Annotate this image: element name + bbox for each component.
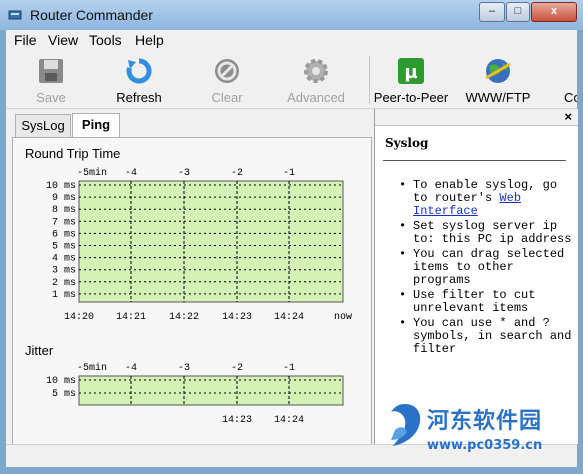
- help-item: You can use * and ? symbols, in search a…: [399, 317, 575, 356]
- jitter-title: Jitter: [23, 343, 56, 358]
- help-item-text: To enable syslog, go to router's: [413, 178, 558, 205]
- jitter-chart: -5min -4 -3 -2 -1 10 ms 5 ms 14:23 14:24: [46, 362, 344, 426]
- torrent-icon: µ: [398, 58, 424, 84]
- app-icon: [8, 10, 22, 20]
- help-item: You can drag selected items to other pro…: [399, 248, 575, 287]
- client-area: SysLog Ping Round Trip Time -5min -4 -3 -2-…: [6, 109, 578, 446]
- panel-close-icon[interactable]: ×: [564, 109, 572, 124]
- cut-off-button[interactable]: Co: [558, 50, 577, 108]
- advanced-button[interactable]: Advanced: [284, 50, 348, 108]
- y-axis-label: 5 ms: [52, 389, 76, 400]
- panel-header: ×: [375, 109, 578, 126]
- www-ftp-label: WWW/FTP: [465, 90, 531, 105]
- help-item: To enable syslog, go to router's Web Int…: [399, 178, 575, 218]
- menu-bar: File View Tools Help: [6, 30, 577, 50]
- y-axis-label: 10 ms: [46, 376, 76, 387]
- top-axis-label: -2: [231, 363, 243, 374]
- minimize-button[interactable]: –: [479, 2, 505, 22]
- close-button[interactable]: x: [531, 2, 577, 22]
- menu-file[interactable]: File: [14, 32, 37, 48]
- top-axis-label: -5min: [77, 167, 107, 179]
- y-axis-label: 2 ms: [52, 278, 76, 289]
- x-axis-label: 14:22: [169, 312, 199, 323]
- y-axis-label: 1 ms: [52, 290, 76, 301]
- www-ftp-button[interactable]: WWW/FTP: [464, 50, 532, 108]
- tab-syslog[interactable]: SysLog: [15, 114, 71, 137]
- help-item: Set syslog server ip to: this PC ip addr…: [399, 220, 575, 246]
- menu-tools[interactable]: Tools: [89, 32, 122, 48]
- watermark-url: www.pc0359.cn: [427, 438, 543, 453]
- y-axis-label: 9 ms: [52, 193, 76, 204]
- panel-divider: [383, 160, 566, 161]
- round-trip-time-chart: -5min -4 -3 -2 -1 10 ms9 ms8 ms7 ms6 ms 5 ms4 …: [46, 167, 352, 323]
- watermark: 河东软件园 www.pc0359.cn: [385, 398, 581, 468]
- refresh-label: Refresh: [116, 90, 162, 105]
- watermark-name: 河东软件园: [427, 409, 543, 434]
- window-title: Router Commander: [30, 7, 153, 23]
- round-trip-time-title: Round Trip Time: [23, 146, 123, 161]
- left-pane: SysLog Ping Round Trip Time -5min -4 -3 -2-…: [6, 109, 372, 446]
- help-list: To enable syslog, go to router's Web Int…: [385, 179, 575, 358]
- panel-title: Syslog: [385, 136, 429, 150]
- top-axis-label: -4: [125, 168, 137, 179]
- top-axis-label: -1: [283, 363, 295, 374]
- x-axis-label: now: [334, 312, 352, 323]
- y-axis-label: 4 ms: [52, 254, 76, 265]
- advanced-gear-icon: [304, 59, 328, 83]
- save-label: Save: [36, 90, 66, 105]
- svg-text:µ: µ: [404, 62, 417, 83]
- syslog-help-panel: × Syslog To enable syslog, go to router'…: [374, 109, 578, 444]
- top-axis-label: -1: [283, 168, 295, 179]
- cut-off-label: Co: [564, 90, 577, 105]
- tab-ping[interactable]: Ping: [72, 113, 120, 138]
- menu-help[interactable]: Help: [135, 32, 164, 48]
- x-axis-label: 14:24: [274, 312, 304, 323]
- menu-view[interactable]: View: [48, 32, 78, 48]
- y-axis-label: 3 ms: [52, 266, 76, 277]
- x-axis-label: 14:23: [222, 312, 252, 323]
- y-axis-label: 8 ms: [52, 205, 76, 216]
- top-axis-label: -3: [178, 168, 190, 179]
- y-axis-label: 6 ms: [52, 229, 76, 240]
- peer-to-peer-button[interactable]: µ Peer-to-Peer: [372, 50, 450, 108]
- maximize-button[interactable]: □: [506, 2, 530, 22]
- refresh-icon: [126, 58, 152, 84]
- watermark-logo-icon: [391, 404, 421, 446]
- globe-icon: [485, 59, 511, 83]
- x-axis-label: 14:20: [64, 312, 94, 323]
- help-item: Use filter to cut unrelevant items: [399, 289, 575, 315]
- title-bar[interactable]: Router Commander – □ x: [0, 0, 583, 30]
- x-axis-label: 14:21: [116, 312, 146, 323]
- toolbar: Save Refresh Clear Advanced µ Peer-to-Pe…: [6, 50, 577, 109]
- toolbar-separator: [369, 56, 370, 104]
- peer-to-peer-label: Peer-to-Peer: [373, 90, 449, 105]
- x-axis-label: 14:23: [222, 415, 252, 426]
- plot-area: [78, 180, 344, 303]
- save-icon: [39, 59, 63, 83]
- clear-icon: [215, 59, 239, 83]
- refresh-button[interactable]: Refresh: [110, 50, 168, 108]
- y-axis-label: 7 ms: [52, 217, 76, 228]
- clear-button[interactable]: Clear: [202, 50, 252, 108]
- clear-label: Clear: [211, 90, 243, 105]
- x-axis-label: 14:24: [274, 415, 304, 426]
- ping-tab-panel: Round Trip Time -5min -4 -3 -2 -1 10 ms 9 ms 8 …: [12, 137, 372, 446]
- top-axis-label: -2: [231, 168, 243, 179]
- top-axis-label: -4: [125, 363, 137, 374]
- round-trip-time-group: Round Trip Time -5min -4 -3 -2 -1 10 ms 9 ms 8 …: [19, 146, 364, 332]
- top-axis-label: -5min: [77, 362, 107, 374]
- y-axis-label: 10 ms: [46, 181, 76, 192]
- advanced-label: Advanced: [287, 90, 345, 105]
- jitter-group: Jitter -5min -4 -3 -2 -1 10 ms 5 ms 14:23 14:24: [19, 343, 364, 445]
- app-window: Router Commander – □ x File View Tools H…: [0, 0, 583, 474]
- y-axis-label: 5 ms: [52, 242, 76, 253]
- save-button[interactable]: Save: [24, 50, 78, 108]
- top-axis-label: -3: [178, 363, 190, 374]
